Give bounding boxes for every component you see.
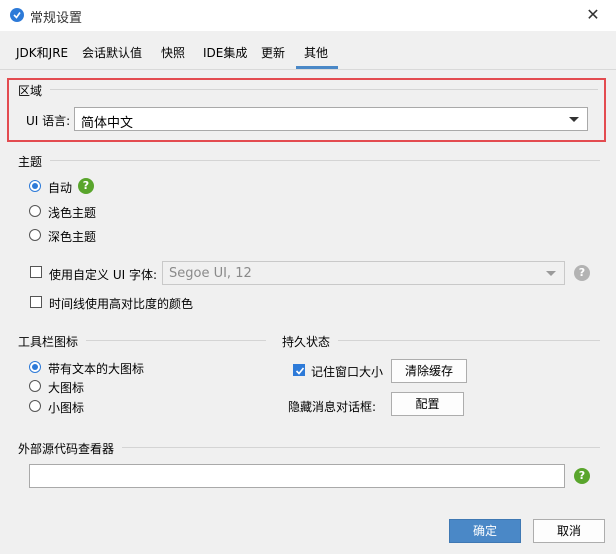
toolbar-icons-section-title: 工具栏图标	[18, 335, 79, 349]
hidden-dialogs-label: 隐藏消息对话框:	[288, 400, 377, 414]
window-title: 常规设置	[30, 11, 83, 26]
tab-jdk-jre[interactable]: JDK和JRE	[16, 44, 68, 61]
external-viewer-section-title: 外部源代码查看器	[18, 442, 115, 456]
theme-dark-label: 深色主题	[48, 230, 97, 244]
ui-language-value: 简体中文	[81, 116, 134, 131]
title-bar: 常规设置 ✕	[0, 0, 616, 32]
close-icon[interactable]: ✕	[582, 4, 604, 26]
theme-light-label: 浅色主题	[48, 206, 97, 220]
toolbar-small-radio[interactable]	[29, 400, 41, 412]
ui-language-label: UI 语言:	[26, 114, 71, 128]
region-section-title: 区域	[18, 84, 43, 98]
custom-font-checkbox[interactable]	[30, 266, 42, 278]
toolbar-icons-separator	[86, 340, 266, 341]
chevron-down-icon	[546, 271, 556, 276]
toolbar-large-label: 大图标	[48, 381, 85, 395]
app-icon	[10, 8, 24, 22]
region-separator	[50, 89, 598, 90]
theme-auto-radio[interactable]	[29, 180, 41, 192]
tab-ide-integration[interactable]: IDE集成	[203, 44, 247, 61]
theme-auto-label: 自动	[48, 181, 73, 195]
theme-section-title: 主题	[18, 155, 43, 169]
toolbar-large-radio[interactable]	[29, 380, 41, 392]
high-contrast-label: 时间线使用高对比度的颜色	[49, 297, 194, 311]
persistence-section-title: 持久状态	[282, 335, 331, 349]
custom-font-select[interactable]: Segoe UI, 12	[162, 261, 565, 285]
custom-font-value: Segoe UI, 12	[169, 266, 252, 281]
ok-button[interactable]: 确定	[449, 519, 521, 543]
high-contrast-checkbox[interactable]	[30, 296, 42, 308]
help-icon[interactable]: ?	[574, 468, 590, 484]
external-viewer-separator	[122, 447, 600, 448]
tab-other[interactable]: 其他	[304, 44, 328, 61]
clear-cache-button[interactable]: 清除缓存	[391, 359, 467, 383]
theme-dark-radio[interactable]	[29, 229, 41, 241]
toolbar-large-text-radio[interactable]	[29, 361, 41, 373]
cancel-button[interactable]: 取消	[533, 519, 605, 543]
configure-button[interactable]: 配置	[391, 392, 464, 416]
toolbar-large-text-label: 带有文本的大图标	[48, 362, 145, 376]
remember-size-checkbox[interactable]	[293, 364, 305, 376]
custom-font-label: 使用自定义 UI 字体:	[49, 268, 157, 282]
tab-snapshots[interactable]: 快照	[161, 44, 185, 61]
persistence-separator	[338, 340, 600, 341]
remember-size-label: 记住窗口大小	[311, 365, 384, 379]
toolbar-small-label: 小图标	[48, 401, 85, 415]
external-viewer-input[interactable]	[29, 464, 565, 488]
tab-bar: JDK和JRE 会话默认值 快照 IDE集成 更新 其他	[0, 31, 616, 70]
tab-updates[interactable]: 更新	[261, 44, 285, 61]
selected-tab-indicator	[296, 66, 338, 69]
theme-light-radio[interactable]	[29, 205, 41, 217]
theme-separator	[50, 160, 600, 161]
chevron-down-icon	[569, 117, 579, 122]
help-icon[interactable]: ?	[574, 265, 590, 281]
tab-session-defaults[interactable]: 会话默认值	[82, 44, 142, 61]
ui-language-select[interactable]: 简体中文	[74, 107, 588, 131]
help-icon[interactable]: ?	[78, 178, 94, 194]
